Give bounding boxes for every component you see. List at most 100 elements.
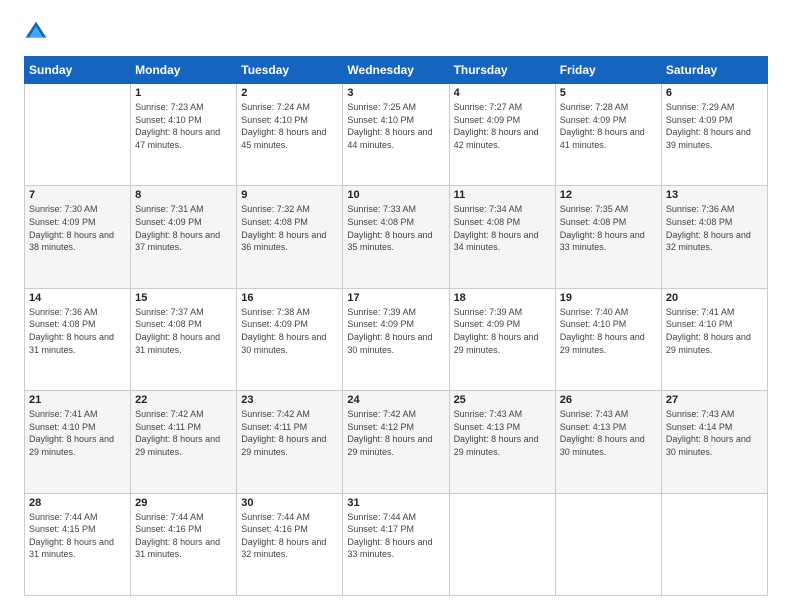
weekday-row: SundayMondayTuesdayWednesdayThursdayFrid… xyxy=(25,57,768,84)
day-number: 2 xyxy=(241,87,338,99)
calendar-body: 1 Sunrise: 7:23 AMSunset: 4:10 PMDaylight… xyxy=(25,84,768,596)
day-info: Sunrise: 7:30 AMSunset: 4:09 PMDaylight:… xyxy=(29,203,126,253)
day-number: 17 xyxy=(347,292,444,304)
day-info: Sunrise: 7:44 AMSunset: 4:15 PMDaylight:… xyxy=(29,511,126,561)
page: SundayMondayTuesdayWednesdayThursdayFrid… xyxy=(0,0,792,612)
day-cell: 3 Sunrise: 7:25 AMSunset: 4:10 PMDaylight… xyxy=(343,84,449,186)
day-number: 11 xyxy=(454,189,551,201)
day-number: 14 xyxy=(29,292,126,304)
day-number: 9 xyxy=(241,189,338,201)
week-row-1: 7 Sunrise: 7:30 AMSunset: 4:09 PMDaylight… xyxy=(25,186,768,288)
day-cell: 8 Sunrise: 7:31 AMSunset: 4:09 PMDaylight… xyxy=(131,186,237,288)
day-number: 25 xyxy=(454,394,551,406)
day-number: 19 xyxy=(560,292,657,304)
day-number: 8 xyxy=(135,189,232,201)
day-cell: 20 Sunrise: 7:41 AMSunset: 4:10 PMDayligh… xyxy=(661,288,767,390)
day-number: 24 xyxy=(347,394,444,406)
day-number: 26 xyxy=(560,394,657,406)
day-cell xyxy=(449,493,555,595)
day-number: 4 xyxy=(454,87,551,99)
day-number: 1 xyxy=(135,87,232,99)
header xyxy=(24,20,768,44)
weekday-header-saturday: Saturday xyxy=(661,57,767,84)
day-number: 30 xyxy=(241,497,338,509)
day-number: 27 xyxy=(666,394,763,406)
week-row-4: 28 Sunrise: 7:44 AMSunset: 4:15 PMDayligh… xyxy=(25,493,768,595)
weekday-header-monday: Monday xyxy=(131,57,237,84)
day-info: Sunrise: 7:29 AMSunset: 4:09 PMDaylight:… xyxy=(666,101,763,151)
day-number: 23 xyxy=(241,394,338,406)
day-info: Sunrise: 7:44 AMSunset: 4:17 PMDaylight:… xyxy=(347,511,444,561)
day-cell: 4 Sunrise: 7:27 AMSunset: 4:09 PMDaylight… xyxy=(449,84,555,186)
day-cell: 23 Sunrise: 7:42 AMSunset: 4:11 PMDayligh… xyxy=(237,391,343,493)
day-cell: 13 Sunrise: 7:36 AMSunset: 4:08 PMDayligh… xyxy=(661,186,767,288)
day-info: Sunrise: 7:27 AMSunset: 4:09 PMDaylight:… xyxy=(454,101,551,151)
week-row-0: 1 Sunrise: 7:23 AMSunset: 4:10 PMDaylight… xyxy=(25,84,768,186)
day-info: Sunrise: 7:39 AMSunset: 4:09 PMDaylight:… xyxy=(347,306,444,356)
weekday-header-thursday: Thursday xyxy=(449,57,555,84)
day-info: Sunrise: 7:41 AMSunset: 4:10 PMDaylight:… xyxy=(29,408,126,458)
day-number: 22 xyxy=(135,394,232,406)
day-cell: 5 Sunrise: 7:28 AMSunset: 4:09 PMDaylight… xyxy=(555,84,661,186)
day-info: Sunrise: 7:43 AMSunset: 4:13 PMDaylight:… xyxy=(560,408,657,458)
day-info: Sunrise: 7:43 AMSunset: 4:14 PMDaylight:… xyxy=(666,408,763,458)
day-cell: 17 Sunrise: 7:39 AMSunset: 4:09 PMDayligh… xyxy=(343,288,449,390)
day-info: Sunrise: 7:42 AMSunset: 4:11 PMDaylight:… xyxy=(135,408,232,458)
day-number: 5 xyxy=(560,87,657,99)
day-info: Sunrise: 7:34 AMSunset: 4:08 PMDaylight:… xyxy=(454,203,551,253)
day-cell: 26 Sunrise: 7:43 AMSunset: 4:13 PMDayligh… xyxy=(555,391,661,493)
day-info: Sunrise: 7:38 AMSunset: 4:09 PMDaylight:… xyxy=(241,306,338,356)
day-cell: 15Sunrise: 7:37 AMSunset: 4:08 PMDayligh… xyxy=(131,288,237,390)
day-info: Sunrise: 7:35 AMSunset: 4:08 PMDaylight:… xyxy=(560,203,657,253)
day-info: Sunrise: 7:43 AMSunset: 4:13 PMDaylight:… xyxy=(454,408,551,458)
day-cell: 12Sunrise: 7:35 AMSunset: 4:08 PMDayligh… xyxy=(555,186,661,288)
day-cell: 22 Sunrise: 7:42 AMSunset: 4:11 PMDayligh… xyxy=(131,391,237,493)
logo-icon xyxy=(24,20,48,44)
day-cell xyxy=(661,493,767,595)
day-info: Sunrise: 7:23 AMSunset: 4:10 PMDaylight:… xyxy=(135,101,232,151)
day-info: Sunrise: 7:41 AMSunset: 4:10 PMDaylight:… xyxy=(666,306,763,356)
logo xyxy=(24,20,52,44)
day-cell: 9 Sunrise: 7:32 AMSunset: 4:08 PMDaylight… xyxy=(237,186,343,288)
day-info: Sunrise: 7:42 AMSunset: 4:12 PMDaylight:… xyxy=(347,408,444,458)
day-info: Sunrise: 7:24 AMSunset: 4:10 PMDaylight:… xyxy=(241,101,338,151)
weekday-header-wednesday: Wednesday xyxy=(343,57,449,84)
day-info: Sunrise: 7:40 AMSunset: 4:10 PMDaylight:… xyxy=(560,306,657,356)
weekday-header-friday: Friday xyxy=(555,57,661,84)
day-number: 28 xyxy=(29,497,126,509)
day-cell: 24 Sunrise: 7:42 AMSunset: 4:12 PMDayligh… xyxy=(343,391,449,493)
day-number: 10 xyxy=(347,189,444,201)
day-info: Sunrise: 7:37 AMSunset: 4:08 PMDaylight:… xyxy=(135,306,232,356)
day-cell: 28 Sunrise: 7:44 AMSunset: 4:15 PMDayligh… xyxy=(25,493,131,595)
day-info: Sunrise: 7:44 AMSunset: 4:16 PMDaylight:… xyxy=(135,511,232,561)
day-number: 3 xyxy=(347,87,444,99)
day-info: Sunrise: 7:28 AMSunset: 4:09 PMDaylight:… xyxy=(560,101,657,151)
day-info: Sunrise: 7:31 AMSunset: 4:09 PMDaylight:… xyxy=(135,203,232,253)
day-number: 13 xyxy=(666,189,763,201)
day-info: Sunrise: 7:36 AMSunset: 4:08 PMDaylight:… xyxy=(666,203,763,253)
day-info: Sunrise: 7:33 AMSunset: 4:08 PMDaylight:… xyxy=(347,203,444,253)
day-number: 16 xyxy=(241,292,338,304)
day-info: Sunrise: 7:32 AMSunset: 4:08 PMDaylight:… xyxy=(241,203,338,253)
day-cell: 25 Sunrise: 7:43 AMSunset: 4:13 PMDayligh… xyxy=(449,391,555,493)
calendar: SundayMondayTuesdayWednesdayThursdayFrid… xyxy=(24,56,768,596)
day-cell: 14Sunrise: 7:36 AMSunset: 4:08 PMDayligh… xyxy=(25,288,131,390)
day-cell: 16 Sunrise: 7:38 AMSunset: 4:09 PMDayligh… xyxy=(237,288,343,390)
day-cell xyxy=(25,84,131,186)
day-cell: 10 Sunrise: 7:33 AMSunset: 4:08 PMDayligh… xyxy=(343,186,449,288)
day-info: Sunrise: 7:42 AMSunset: 4:11 PMDaylight:… xyxy=(241,408,338,458)
day-cell: 31Sunrise: 7:44 AMSunset: 4:17 PMDayligh… xyxy=(343,493,449,595)
calendar-header: SundayMondayTuesdayWednesdayThursdayFrid… xyxy=(25,57,768,84)
day-number: 18 xyxy=(454,292,551,304)
day-number: 29 xyxy=(135,497,232,509)
day-cell: 21 Sunrise: 7:41 AMSunset: 4:10 PMDayligh… xyxy=(25,391,131,493)
day-number: 21 xyxy=(29,394,126,406)
day-info: Sunrise: 7:25 AMSunset: 4:10 PMDaylight:… xyxy=(347,101,444,151)
day-number: 7 xyxy=(29,189,126,201)
day-cell: 29 Sunrise: 7:44 AMSunset: 4:16 PMDayligh… xyxy=(131,493,237,595)
day-cell: 6Sunrise: 7:29 AMSunset: 4:09 PMDaylight… xyxy=(661,84,767,186)
weekday-header-sunday: Sunday xyxy=(25,57,131,84)
day-number: 20 xyxy=(666,292,763,304)
day-cell: 1 Sunrise: 7:23 AMSunset: 4:10 PMDaylight… xyxy=(131,84,237,186)
week-row-2: 14Sunrise: 7:36 AMSunset: 4:08 PMDayligh… xyxy=(25,288,768,390)
